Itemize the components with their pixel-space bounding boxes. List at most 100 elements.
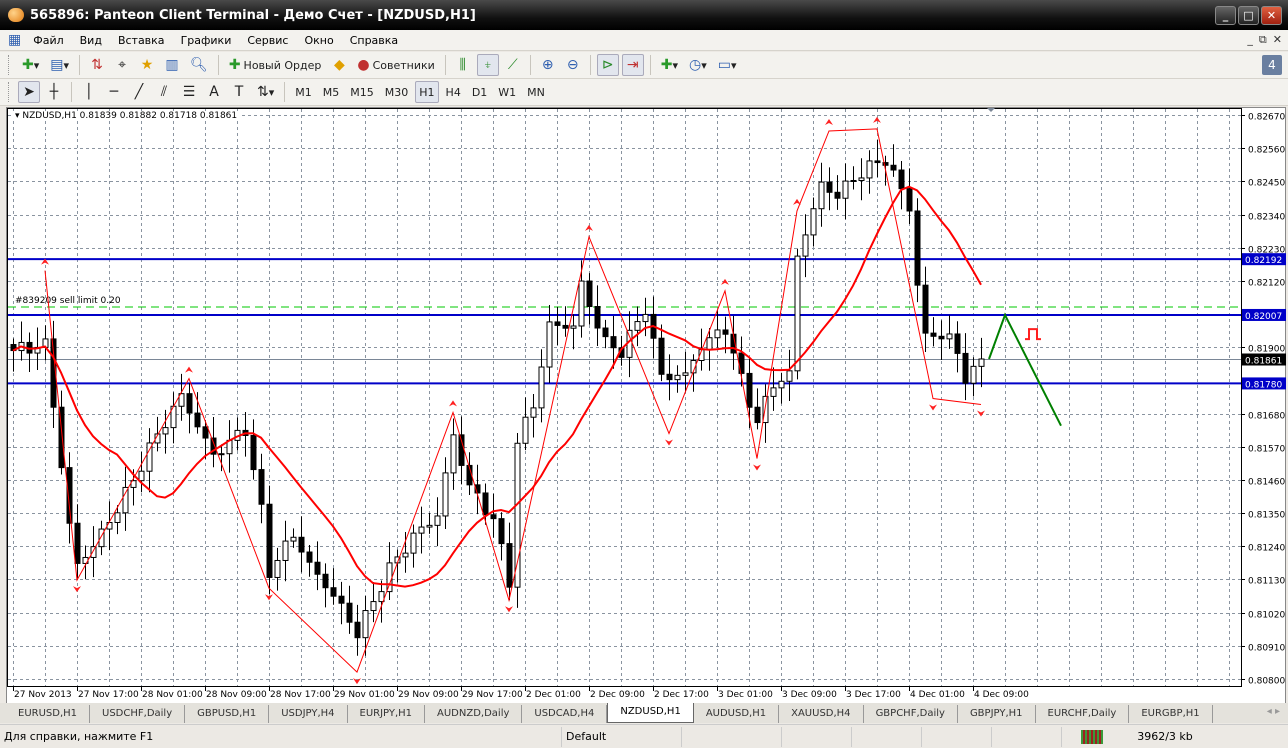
data-window-button[interactable]: ⌖ — [111, 54, 133, 76]
maximize-button[interactable]: □ — [1238, 6, 1259, 25]
menu-insert[interactable]: Вставка — [110, 34, 173, 47]
bear-candle-body — [930, 332, 937, 337]
horizontal-line-tool[interactable]: ─ — [103, 81, 125, 103]
status-profile[interactable]: Default — [562, 726, 682, 747]
autoscroll-button[interactable]: ⊳ — [596, 54, 619, 76]
mdi-minimize-button[interactable]: _ — [1247, 33, 1253, 47]
text-label-tool[interactable]: T — [228, 81, 250, 103]
channel-tool[interactable]: ⫽ — [153, 81, 175, 103]
bull-candle-body — [434, 515, 441, 526]
level-price-label: 0.81780 — [1245, 380, 1282, 390]
chart-tab[interactable]: GBPCHF,Daily — [864, 705, 958, 723]
fibonacci-tool[interactable]: ☰ — [178, 81, 200, 103]
bear-candle-body — [954, 333, 961, 354]
bull-candle-body — [970, 365, 977, 384]
vertical-line-icon: │ — [84, 84, 94, 100]
minimize-button[interactable]: _ — [1215, 6, 1236, 25]
market-watch-icon: ⇅ — [91, 57, 103, 73]
line-chart-button[interactable]: ⟋ — [502, 54, 524, 76]
menu-tools[interactable]: Сервис — [239, 34, 296, 47]
menu-charts[interactable]: Графики — [173, 34, 240, 47]
mdi-restore-button[interactable]: ⧉ — [1259, 33, 1267, 47]
bull-candle-body — [978, 358, 985, 367]
crosshair-tool[interactable]: ┼ — [43, 81, 65, 103]
timeframe-w1[interactable]: W1 — [494, 81, 520, 103]
zoom-in-icon: ⊕ — [541, 57, 554, 73]
bar-chart-button[interactable]: ⫼ — [452, 54, 474, 76]
chart-tab[interactable]: NZDUSD,H1 — [607, 703, 694, 723]
chart-symbol-info: NZDUSD,H1 0.81839 0.81882 0.81718 0.8186… — [22, 111, 238, 121]
zoom-in-button[interactable]: ⊕ — [537, 54, 559, 76]
text-tool[interactable]: A — [203, 81, 225, 103]
new-chart-button[interactable]: ✚ ▾ — [18, 54, 43, 76]
level-price-label: 0.82007 — [1245, 312, 1282, 322]
chart-tab[interactable]: AUDUSD,H1 — [694, 705, 780, 723]
price-axis-label: 0.81460 — [1248, 478, 1285, 488]
bear-candle-body — [914, 210, 921, 286]
bull-candle-body — [442, 472, 449, 517]
title-bar: 565896: Panteon Client Terminal - Демо С… — [0, 0, 1288, 30]
navigator-button[interactable]: ★ — [136, 54, 158, 76]
timeframe-mn[interactable]: MN — [523, 81, 549, 103]
chart-shift-button[interactable]: ⇥ — [621, 54, 644, 76]
standard-toolbar: ✚ ▾ ▤ ▾ ⇅ ⌖ ★ ▥ 🔍︎ ✚ Новый Ордер ◆ ● Советни… — [0, 52, 1288, 79]
timeframe-m30[interactable]: M30 — [381, 81, 413, 103]
terminal-button[interactable]: ▥ — [161, 54, 183, 76]
alert-button[interactable]: ◆ — [328, 54, 350, 76]
chart-tab[interactable]: EURGBP,H1 — [1129, 705, 1213, 723]
expert-advisors-button[interactable]: ● Советники — [353, 54, 438, 76]
chart-window[interactable]: 0.82670 0.82560 0.82450 0.82340 0.82230 0.821… — [6, 107, 1286, 704]
timeframe-d1[interactable]: D1 — [468, 81, 491, 103]
bull-candle-body — [634, 321, 641, 331]
profiles-button[interactable]: ▤ ▾ — [46, 54, 73, 76]
terminal-icon: ▥ — [165, 57, 179, 73]
new-order-button[interactable]: ✚ Новый Ордер — [225, 54, 326, 76]
time-axis-label: 3 Dec 17:00 — [846, 690, 901, 700]
chart-tab[interactable]: EURJPY,H1 — [348, 705, 426, 723]
arrows-tool[interactable]: ⇅ ▾ — [253, 81, 278, 103]
menu-file[interactable]: Файл — [25, 34, 71, 47]
chart-tab[interactable]: USDCHF,Daily — [90, 705, 186, 723]
chart-tab[interactable]: AUDNZD,Daily — [425, 705, 523, 723]
arrows-icon: ⇅ — [257, 84, 269, 100]
zoom-out-button[interactable]: ⊖ — [562, 54, 584, 76]
menu-view[interactable]: Вид — [72, 34, 110, 47]
template-icon: ▭ — [717, 57, 732, 73]
vertical-line-tool[interactable]: │ — [78, 81, 100, 103]
chart-tab[interactable]: EURUSD,H1 — [6, 705, 91, 723]
timeframe-h1[interactable]: H1 — [415, 81, 439, 103]
timeframe-m5[interactable]: M5 — [319, 81, 344, 103]
chart-tab[interactable]: USDJPY,H4 — [269, 705, 348, 723]
timeframe-h4[interactable]: H4 — [442, 81, 465, 103]
templates-button[interactable]: ▭ ▾ — [714, 54, 741, 76]
timeframe-m15[interactable]: M15 — [346, 81, 378, 103]
info-icon: 4 — [1268, 58, 1276, 72]
bull-candle-body — [794, 255, 801, 372]
market-watch-button[interactable]: ⇅ — [86, 54, 108, 76]
price-chart[interactable]: 0.826700.825600.824500.823400.822300.821… — [7, 108, 1287, 705]
trendline-tool[interactable]: ╱ — [128, 81, 150, 103]
candlestick-button[interactable]: ⍖ — [476, 54, 499, 76]
chart-tab[interactable]: XAUUSD,H4 — [779, 705, 864, 723]
notification-button[interactable]: 4 — [1262, 55, 1282, 75]
bear-candle-body — [482, 492, 489, 516]
bear-candle-body — [594, 306, 601, 329]
bear-candle-body — [874, 160, 881, 164]
cursor-tool[interactable]: ➤ — [18, 81, 40, 103]
sell-limit-order-label: #839209 sell limit 0.20 — [15, 296, 121, 306]
chart-tab[interactable]: GBPUSD,H1 — [185, 705, 270, 723]
chart-tab[interactable]: GBPJPY,H1 — [958, 705, 1036, 723]
periods-button[interactable]: ◷ ▾ — [685, 54, 711, 76]
strategy-tester-button[interactable]: 🔍︎ — [186, 54, 212, 76]
timeframe-m1[interactable]: M1 — [291, 81, 316, 103]
indicators-button[interactable]: ✚ ▾ — [657, 54, 682, 76]
bar-chart-icon: ⫼ — [459, 57, 466, 73]
mdi-close-button[interactable]: ✕ — [1273, 33, 1282, 47]
menu-window[interactable]: Окно — [296, 34, 341, 47]
menu-help[interactable]: Справка — [342, 34, 406, 47]
chart-tab[interactable]: EURCHF,Daily — [1036, 705, 1130, 723]
chart-tab[interactable]: USDCAD,H4 — [522, 705, 608, 723]
tab-scroll-arrows[interactable]: ◂ ▸ — [1267, 706, 1280, 717]
close-button[interactable]: ✕ — [1261, 6, 1282, 25]
bear-candle-body — [74, 522, 81, 564]
